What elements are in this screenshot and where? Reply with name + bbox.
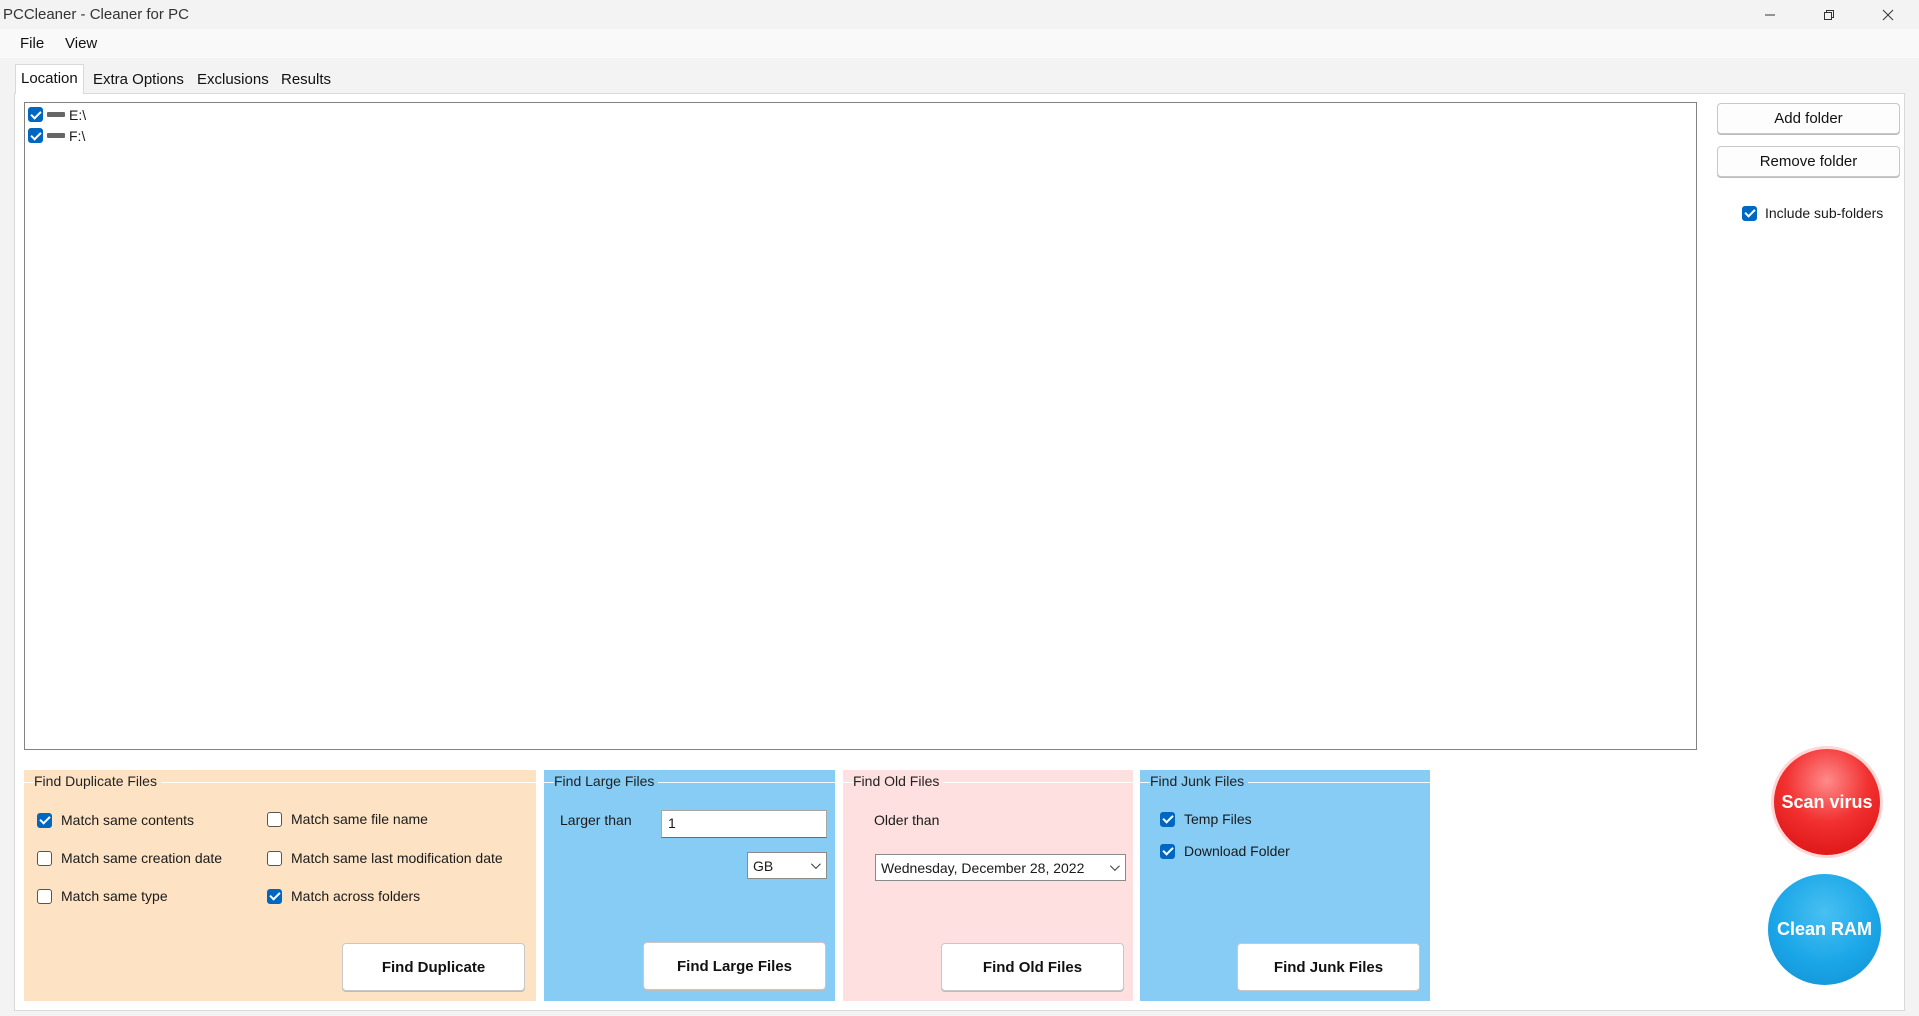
larger-than-label: Larger than (560, 812, 632, 828)
minimize-button[interactable] (1741, 0, 1799, 29)
remove-folder-button[interactable]: Remove folder (1717, 146, 1900, 177)
match-same-file-name-checkbox[interactable] (267, 811, 282, 827)
include-subfolders-checkbox[interactable] (1742, 205, 1757, 221)
option-label: Temp Files (1184, 811, 1252, 827)
tab-location[interactable]: Location (15, 64, 84, 94)
location-path: F:\ (69, 127, 86, 144)
chevron-down-icon (1109, 861, 1120, 872)
scan-virus-button[interactable]: Scan virus (1771, 746, 1883, 858)
include-subfolders-option[interactable]: Include sub-folders (1742, 205, 1883, 221)
tab-exclusions[interactable]: Exclusions (192, 68, 274, 93)
group-title: Find Large Files (554, 773, 659, 789)
older-than-date-picker[interactable]: Wednesday, December 28, 2022 (875, 854, 1126, 881)
restore-button[interactable] (1800, 0, 1858, 29)
location-checkbox[interactable] (28, 107, 43, 122)
download-folder-option[interactable]: Download Folder (1160, 843, 1290, 859)
temp-files-checkbox[interactable] (1160, 811, 1175, 827)
location-path: E:\ (69, 106, 87, 123)
group-title: Find Junk Files (1150, 773, 1249, 789)
find-old-files-button[interactable]: Find Old Files (941, 943, 1124, 991)
menu-bar: File View (0, 29, 1919, 58)
match-same-type-checkbox[interactable] (37, 888, 52, 904)
size-unit-value: GB (753, 857, 774, 874)
restore-icon (1824, 9, 1834, 20)
close-icon (1882, 9, 1894, 20)
find-junk-files-group: Find Junk Files Temp Files Download Fold… (1140, 770, 1430, 1001)
larger-than-input[interactable]: 1 (661, 810, 827, 838)
match-same-creation-date-checkbox[interactable] (37, 850, 52, 866)
option-label: Download Folder (1184, 843, 1290, 859)
add-folder-button[interactable]: Add folder (1717, 103, 1900, 134)
option-label: Match same creation date (61, 850, 223, 866)
menu-file[interactable]: File (20, 35, 44, 52)
match-same-last-modification-date-checkbox[interactable] (267, 850, 282, 866)
group-title: Find Old Files (853, 773, 944, 789)
option-label: Match across folders (291, 888, 421, 904)
option-label: Match same file name (291, 811, 428, 827)
group-title: Find Duplicate Files (34, 773, 161, 789)
option-label: Match same type (61, 888, 168, 904)
list-item[interactable]: E:\ (28, 105, 86, 124)
match-same-type-option[interactable]: Match same type (37, 888, 168, 904)
older-than-label: Older than (874, 812, 940, 828)
find-duplicate-button[interactable]: Find Duplicate (342, 943, 525, 991)
find-junk-files-button[interactable]: Find Junk Files (1237, 943, 1420, 991)
download-folder-checkbox[interactable] (1160, 843, 1175, 859)
find-large-files-group: Find Large Files Larger than 1 GB Find L… (544, 770, 835, 1001)
list-item[interactable]: F:\ (28, 126, 85, 145)
title-bar: PCCleaner - Cleaner for PC (0, 0, 1919, 29)
drive-icon (47, 112, 65, 117)
clean-ram-button[interactable]: Clean RAM (1768, 874, 1881, 985)
find-large-files-button[interactable]: Find Large Files (643, 942, 826, 990)
location-list[interactable]: E:\ F:\ (24, 102, 1697, 750)
match-same-contents-option[interactable]: Match same contents (37, 812, 194, 828)
option-label: Match same last modification date (291, 850, 503, 866)
date-value: Wednesday, December 28, 2022 (881, 859, 1085, 876)
match-across-folders-option[interactable]: Match across folders (267, 888, 420, 904)
menu-view[interactable]: View (65, 35, 97, 52)
match-same-contents-checkbox[interactable] (37, 812, 52, 828)
window-title: PCCleaner - Cleaner for PC (3, 6, 189, 23)
find-old-files-group: Find Old Files Older than Wednesday, Dec… (843, 770, 1133, 1001)
find-duplicate-group: Find Duplicate Files Match same contents… (24, 770, 536, 1001)
size-unit-select[interactable]: GB (747, 852, 827, 879)
match-same-creation-date-option[interactable]: Match same creation date (37, 850, 222, 866)
minimize-icon (1765, 14, 1775, 15)
include-subfolders-label: Include sub-folders (1765, 205, 1884, 221)
drive-icon (47, 133, 65, 138)
tab-results[interactable]: Results (276, 68, 336, 93)
tab-extra-options[interactable]: Extra Options (88, 68, 189, 93)
temp-files-option[interactable]: Temp Files (1160, 811, 1252, 827)
chevron-down-icon (810, 859, 821, 870)
match-across-folders-checkbox[interactable] (267, 888, 282, 904)
option-label: Match same contents (61, 812, 195, 828)
match-same-file-name-option[interactable]: Match same file name (267, 811, 428, 827)
close-button[interactable] (1859, 0, 1917, 29)
location-checkbox[interactable] (28, 128, 43, 143)
match-same-last-modification-date-option[interactable]: Match same last modification date (267, 850, 503, 866)
